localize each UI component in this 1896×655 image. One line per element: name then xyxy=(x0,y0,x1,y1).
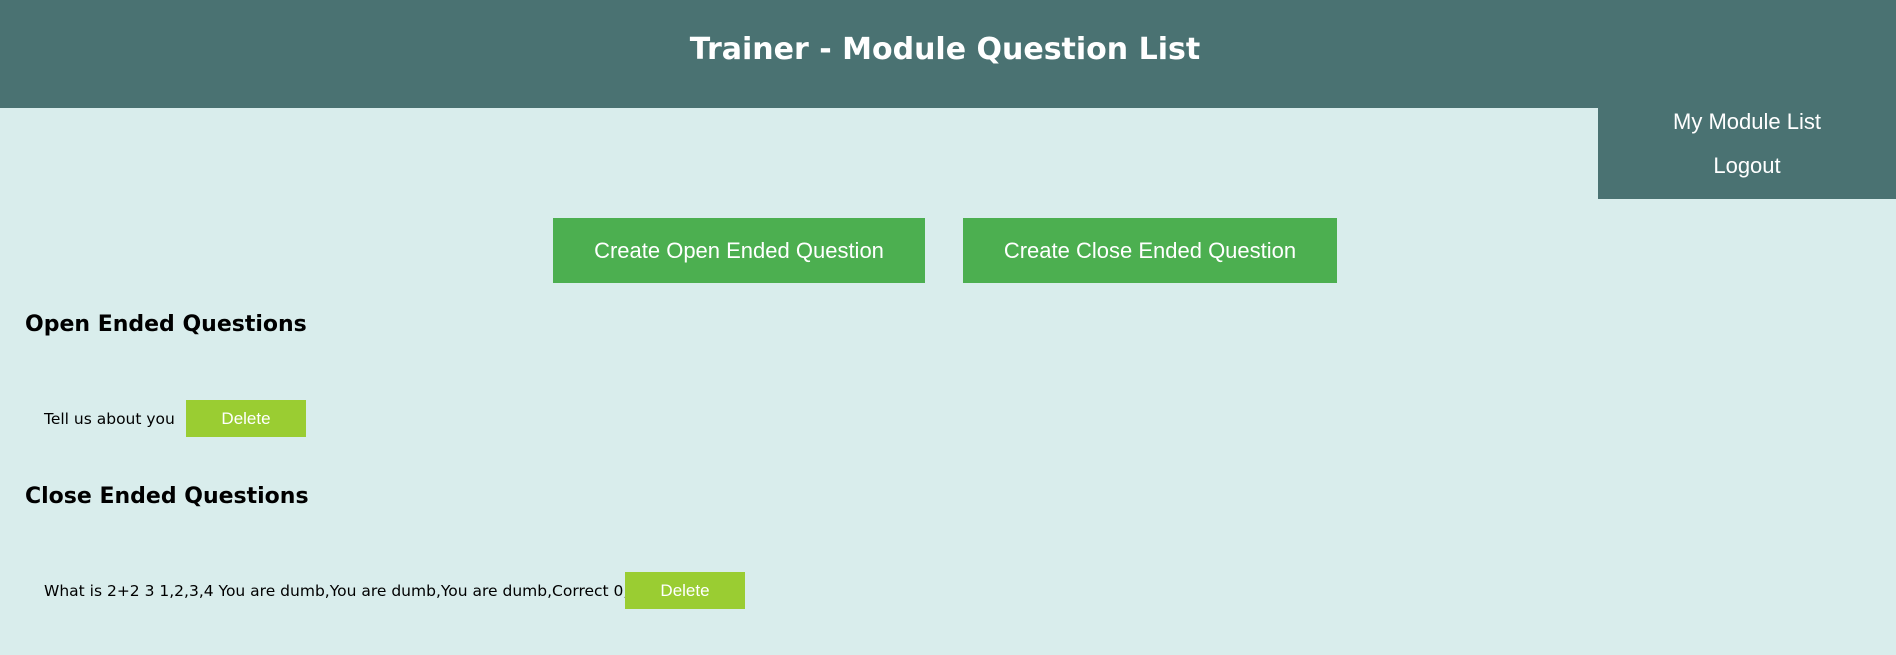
delete-open-question-button[interactable]: Delete xyxy=(186,400,306,437)
open-ended-questions-heading: Open Ended Questions xyxy=(25,312,307,337)
create-open-ended-question-button[interactable]: Create Open Ended Question xyxy=(553,218,925,283)
my-module-list-link[interactable]: My Module List xyxy=(1598,108,1896,136)
close-ended-questions-heading: Close Ended Questions xyxy=(25,484,309,509)
page-title: Trainer - Module Question List xyxy=(689,32,1201,67)
open-question-text: Tell us about you xyxy=(44,410,175,428)
logout-link[interactable]: Logout xyxy=(1598,152,1896,180)
close-question-text: What is 2+2 3 1,2,3,4 You are dumb,You a… xyxy=(44,582,668,600)
create-close-ended-question-button[interactable]: Create Close Ended Question xyxy=(963,218,1337,283)
delete-close-question-button[interactable]: Delete xyxy=(625,572,745,609)
page-header: Trainer - Module Question List xyxy=(0,0,1896,108)
nav-menu: My Module List Logout xyxy=(1598,108,1896,199)
